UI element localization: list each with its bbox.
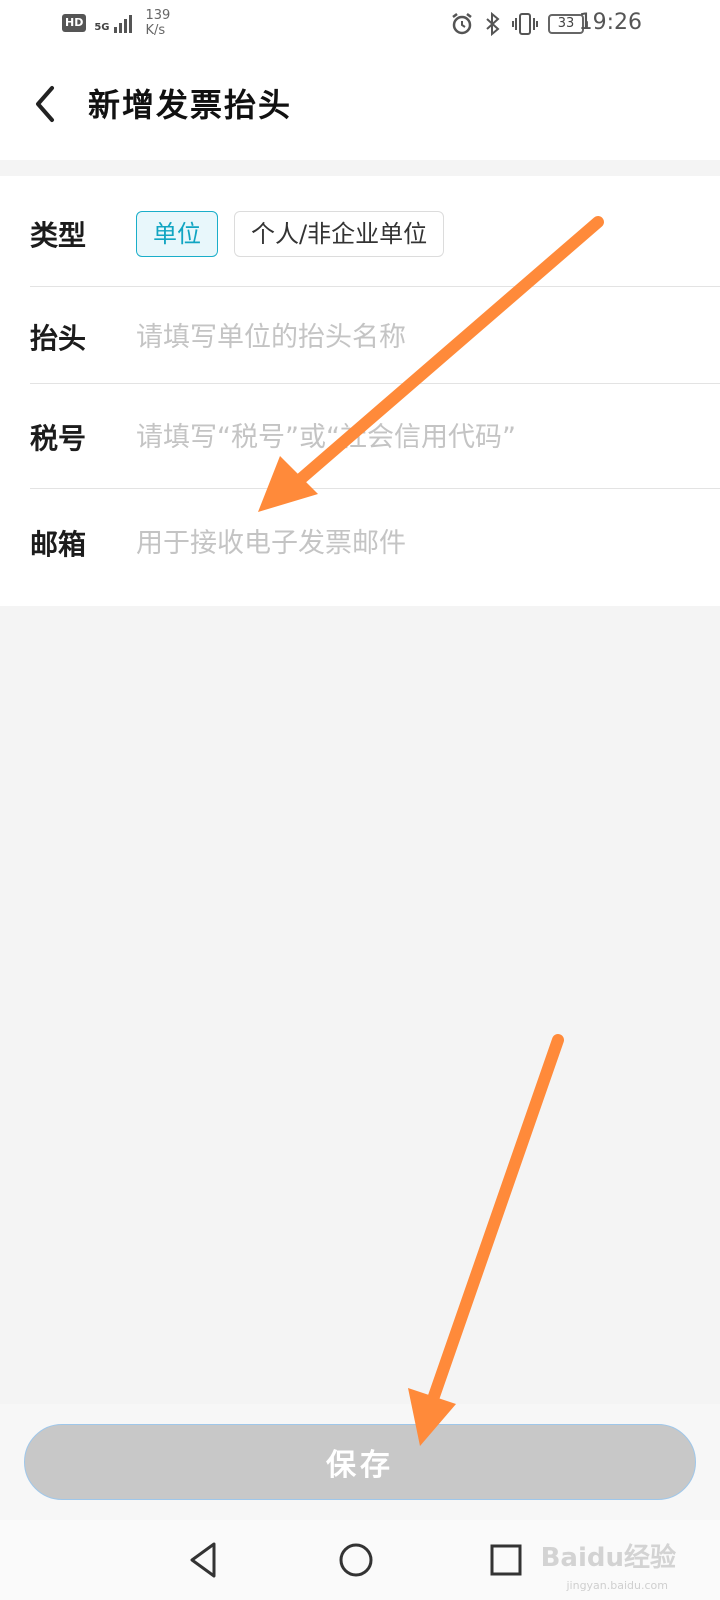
save-button[interactable]: 保存: [24, 1424, 696, 1500]
bluetooth-icon: [486, 12, 500, 36]
nav-back-icon[interactable]: [182, 1538, 226, 1582]
network-type: 5G: [94, 22, 110, 33]
email-input[interactable]: [136, 527, 696, 559]
type-option-personal[interactable]: 个人/非企业单位: [234, 211, 445, 257]
system-nav-bar: Baidu经验 jingyan.baidu.com: [0, 1520, 720, 1600]
status-icons: 33: [450, 12, 588, 36]
status-left: HD 5G 139 K/s: [62, 8, 170, 38]
alarm-icon: [452, 13, 472, 35]
type-option-company[interactable]: 单位: [136, 211, 218, 257]
watermark-logo: Baidu经验: [540, 1543, 676, 1573]
tax-row: 税号: [30, 412, 720, 462]
watermark-url: jingyan.baidu.com: [566, 1579, 668, 1592]
back-arrow-icon[interactable]: [30, 82, 60, 126]
type-options: 单位 个人/非企业单位: [136, 211, 445, 257]
tax-number-input[interactable]: [136, 421, 696, 453]
title-label: 抬头: [30, 322, 87, 355]
nav-recents-icon[interactable]: [484, 1538, 528, 1582]
type-row: 类型 单位 个人/非企业单位: [30, 206, 720, 262]
arrow-to-save-button: [408, 1034, 564, 1446]
speed-value: 139: [145, 8, 171, 23]
status-bar: HD 5G 139 K/s 33 19:26: [0, 0, 720, 50]
speed-unit: K/s: [145, 23, 166, 38]
email-row: 邮箱: [30, 518, 720, 568]
divider: [30, 383, 720, 384]
tax-label: 税号: [30, 422, 87, 455]
network-speed: 139 K/s: [146, 8, 171, 38]
type-label: 类型: [30, 219, 87, 252]
bottom-action-area: 保存: [0, 1404, 720, 1520]
page-header: 新增发票抬头: [0, 50, 720, 160]
signal-indicator: 5G: [94, 13, 137, 33]
email-label: 邮箱: [30, 528, 87, 561]
vibrate-icon: [512, 13, 538, 35]
hd-badge: HD: [62, 14, 87, 32]
page-title: 新增发票抬头: [88, 86, 293, 124]
title-row: 抬头: [30, 312, 720, 362]
title-input[interactable]: [136, 321, 696, 353]
status-time: 19:26: [578, 10, 642, 35]
divider: [30, 488, 720, 489]
signal-icon: [113, 15, 132, 33]
invoice-title-form: 类型 单位 个人/非企业单位 抬头 税号 邮箱: [0, 176, 720, 606]
nav-home-icon[interactable]: [334, 1538, 378, 1582]
divider: [30, 286, 720, 287]
